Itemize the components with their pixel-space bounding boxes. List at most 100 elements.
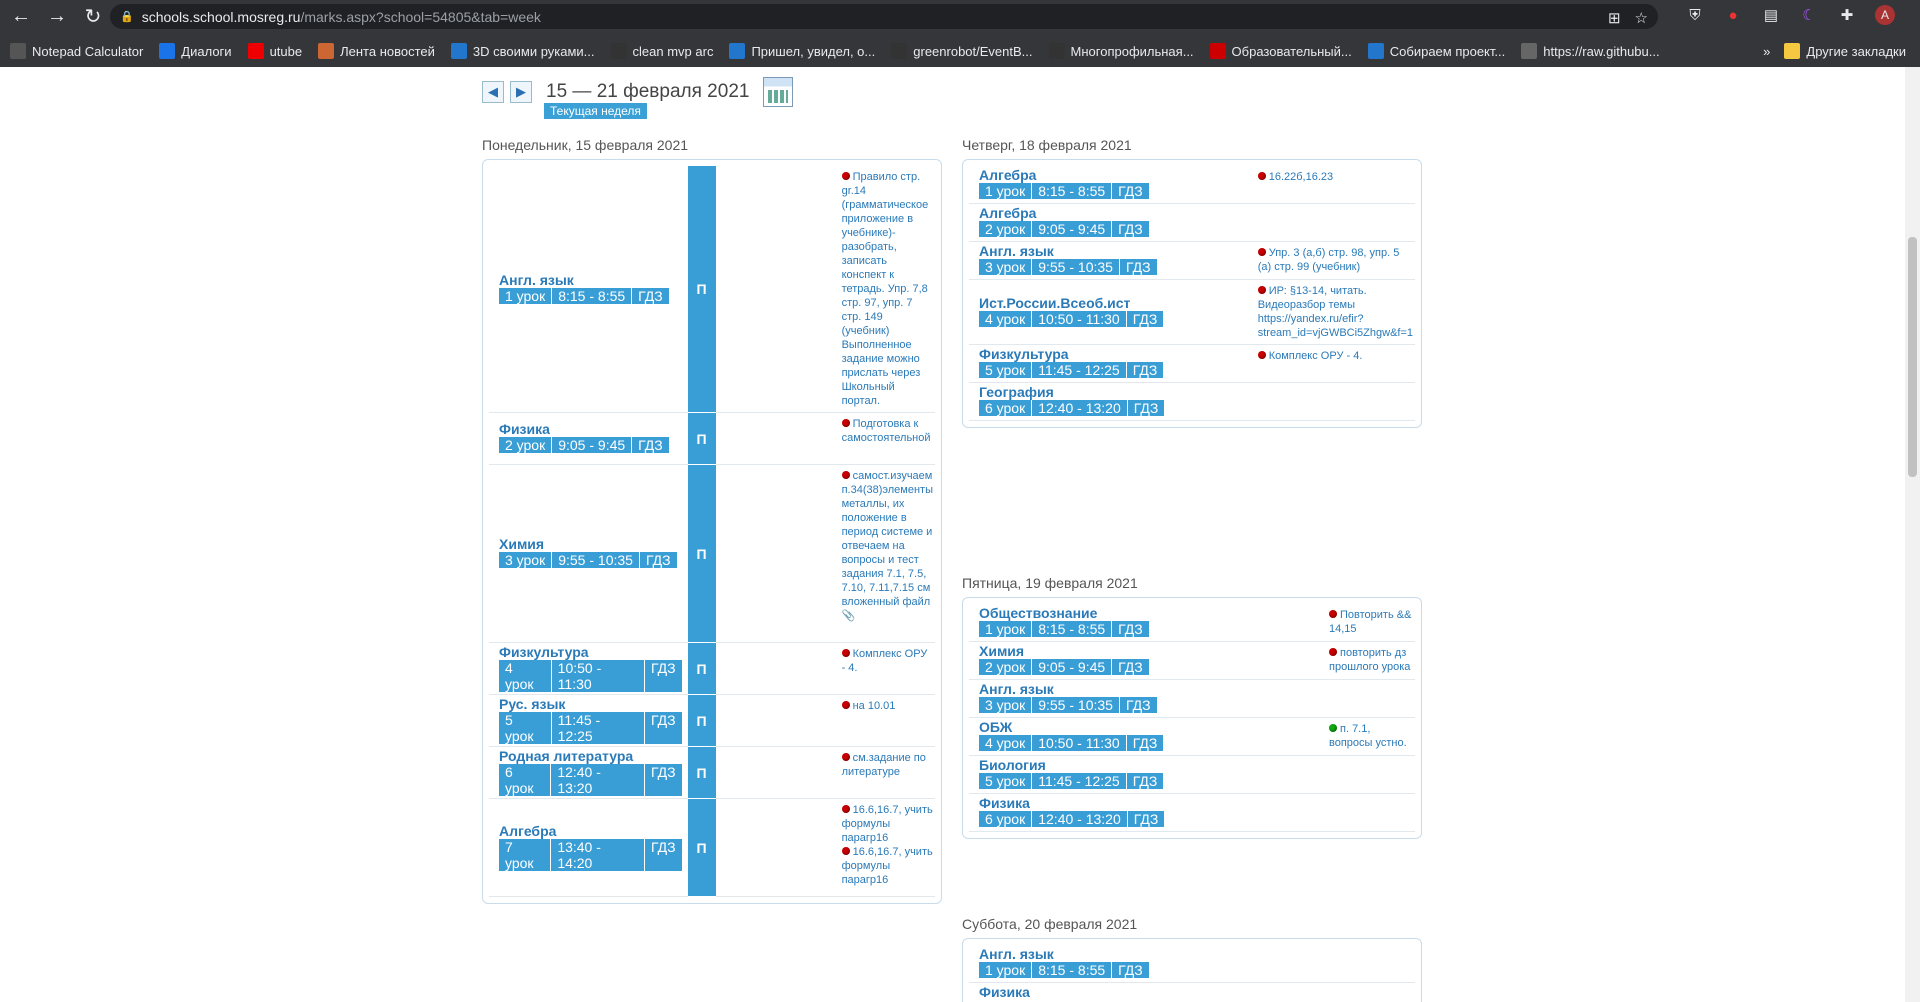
bookmark-item[interactable]: Собираем проект...: [1367, 43, 1505, 59]
lesson-row: Англ. язык 3 урок 9:55 - 10:35 ГДЗ: [969, 679, 1415, 718]
subject-link[interactable]: Физика: [979, 985, 1321, 1000]
current-week-button[interactable]: Текущая неделя: [544, 103, 647, 119]
homework-item[interactable]: на 10.01: [841, 699, 933, 713]
other-bookmarks[interactable]: Другие закладки: [1784, 43, 1906, 59]
homework-item[interactable]: 16.6,16.7, учить формулы парагр16: [841, 803, 933, 845]
bookmark-item[interactable]: Многопрофильная...: [1048, 43, 1194, 59]
bookmark-item[interactable]: Notepad Calculator: [10, 43, 143, 59]
lesson-number: 5 урок: [979, 773, 1033, 789]
homework-item[interactable]: самост.изучаем п.34(38)элементы металлы,…: [841, 469, 933, 623]
bookmark-item[interactable]: greenrobot/EventB...: [891, 43, 1033, 59]
bookmark-item[interactable]: 3D своими руками...: [450, 43, 595, 59]
gdz-link[interactable]: ГДЗ: [1120, 697, 1157, 713]
subject-link[interactable]: ОБЖ: [979, 720, 1321, 735]
lesson-row: Англ. язык 1 урок 8:15 - 8:55 ГДЗ: [969, 945, 1415, 983]
subject-link[interactable]: Алгебра: [499, 824, 682, 839]
back-icon[interactable]: ←: [8, 3, 34, 29]
gdz-link[interactable]: ГДЗ: [645, 764, 682, 796]
homework-item[interactable]: Комплекс ОРУ - 4.: [1257, 349, 1413, 363]
moon-icon[interactable]: ☾: [1799, 5, 1819, 25]
homework-item[interactable]: повторить дз прошлого урока: [1329, 646, 1413, 674]
extension-doc-icon[interactable]: ▤: [1761, 5, 1781, 25]
bookmark-item[interactable]: https://raw.githubu...: [1521, 43, 1660, 59]
homework-item[interactable]: 16.22б,16.23: [1257, 170, 1413, 184]
homework-text: 16.6,16.7, учить формулы парагр16: [841, 846, 933, 886]
extension-red-icon[interactable]: ●: [1723, 5, 1743, 25]
gdz-link[interactable]: ГДЗ: [1112, 621, 1149, 637]
lesson-number: 1 урок: [979, 183, 1033, 199]
subject-link[interactable]: Алгебра: [979, 206, 1250, 221]
bookmark-item[interactable]: Образовательный...: [1209, 43, 1352, 59]
gdz-link[interactable]: ГДЗ: [1127, 311, 1164, 327]
prev-week-icon[interactable]: ◀: [482, 81, 504, 103]
gdz-link[interactable]: ГДЗ: [1128, 811, 1165, 827]
gdz-link[interactable]: ГДЗ: [1128, 400, 1165, 416]
bookmark-item[interactable]: Диалоги: [159, 43, 232, 59]
homework-item[interactable]: Подготовка к самостоятельной: [841, 417, 933, 445]
subject-link[interactable]: Физкультура: [979, 347, 1250, 362]
homework-item[interactable]: Правило стр. gr.14 (грамматическое прило…: [841, 170, 933, 408]
reload-icon[interactable]: ↻: [80, 3, 106, 29]
homework-item[interactable]: см.задание по литературе: [841, 751, 933, 779]
lesson-row: Физкультура 4 урок 10:50 - 11:30 ГДЗ П Компле…: [489, 642, 935, 695]
lesson-time: 10:50 - 11:30: [1032, 310, 1127, 327]
bookmark-item[interactable]: Пришел, увидел, о...: [729, 43, 875, 59]
star-icon[interactable]: ☆: [1635, 9, 1648, 27]
bookmark-icon: [1367, 43, 1384, 59]
gdz-link[interactable]: ГДЗ: [640, 552, 677, 568]
gdz-link[interactable]: ГДЗ: [632, 288, 669, 304]
subject-link[interactable]: Химия: [979, 644, 1321, 659]
gdz-link[interactable]: ГДЗ: [1127, 735, 1164, 751]
gdz-link[interactable]: ГДЗ: [645, 712, 682, 744]
subject-link[interactable]: Физкультура: [499, 645, 682, 660]
gdz-link[interactable]: ГДЗ: [1112, 962, 1149, 978]
gdz-link[interactable]: ГДЗ: [632, 437, 669, 453]
gdz-link[interactable]: ГДЗ: [1120, 259, 1157, 275]
subject-link[interactable]: Англ. язык: [499, 272, 682, 288]
homework-item[interactable]: ИР: §13-14, читать. Видеоразбор темы htt…: [1257, 284, 1413, 340]
subject-link[interactable]: География: [979, 385, 1250, 400]
subject-link[interactable]: Алгебра: [979, 168, 1250, 183]
subject-link[interactable]: Англ. язык: [979, 947, 1321, 962]
bookmark-item[interactable]: utube: [247, 43, 302, 59]
bookmark-item[interactable]: Лента новостей: [318, 43, 435, 59]
shield-icon[interactable]: ⛨: [1685, 5, 1705, 25]
gdz-link[interactable]: ГДЗ: [1112, 183, 1149, 199]
homework-item[interactable]: 16.6,16.7, учить формулы парагр16: [841, 845, 933, 887]
homework-item[interactable]: Повторить && 14,15: [1329, 608, 1413, 636]
gdz-link[interactable]: ГДЗ: [1127, 773, 1164, 789]
subject-link[interactable]: Биология: [979, 758, 1321, 773]
menu-icon[interactable]: ⋮: [1913, 5, 1920, 25]
subject-link[interactable]: Родная литература: [499, 749, 682, 764]
subject-link[interactable]: Обществознание: [979, 606, 1321, 621]
scrollbar-thumb[interactable]: [1908, 237, 1917, 477]
forward-icon[interactable]: →: [44, 3, 70, 29]
lesson-time: 9:55 - 10:35: [1032, 259, 1120, 275]
gdz-link[interactable]: ГДЗ: [645, 660, 682, 692]
avatar[interactable]: A: [1875, 5, 1895, 25]
address-bar[interactable]: 🔒 schools.school.mosreg.ru/marks.aspx?sc…: [110, 4, 1658, 29]
gdz-link[interactable]: ГДЗ: [1112, 659, 1149, 675]
subject-link[interactable]: Рус. язык: [499, 697, 682, 712]
qr-icon[interactable]: ⊞: [1608, 9, 1621, 27]
bookmark-item[interactable]: clean mvp arc: [610, 43, 713, 59]
gdz-link[interactable]: ГДЗ: [1112, 221, 1149, 237]
homework-item[interactable]: Комплекс ОРУ - 4.: [841, 647, 933, 675]
subject-link[interactable]: Англ. язык: [979, 682, 1321, 697]
subject-link[interactable]: Физика: [979, 796, 1321, 811]
homework-item[interactable]: п. 7.1, вопросы устно.: [1329, 722, 1413, 750]
subject-link[interactable]: Ист.России.Всеоб.ист: [979, 295, 1250, 311]
next-week-icon[interactable]: ▶: [510, 81, 532, 103]
subject-link[interactable]: Англ. язык: [979, 244, 1250, 259]
gdz-link[interactable]: ГДЗ: [1127, 362, 1164, 378]
lesson-subject-cell: Англ. язык 3 урок 9:55 - 10:35 ГДЗ: [969, 241, 1256, 280]
scrollbar[interactable]: [1905, 67, 1920, 1002]
lesson-info-bar: 5 урок 11:45 - 12:25 ГДЗ: [499, 712, 682, 744]
more-bookmarks-icon[interactable]: »: [1763, 44, 1770, 59]
subject-link[interactable]: Физика: [499, 422, 682, 437]
puzzle-icon[interactable]: ✚: [1837, 5, 1857, 25]
homework-item[interactable]: Упр. 3 (а,б) стр. 98, упр. 5 (а) стр. 99…: [1257, 246, 1413, 274]
gdz-link[interactable]: ГДЗ: [645, 839, 682, 871]
calendar-icon[interactable]: [763, 77, 794, 107]
subject-link[interactable]: Химия: [499, 537, 682, 552]
